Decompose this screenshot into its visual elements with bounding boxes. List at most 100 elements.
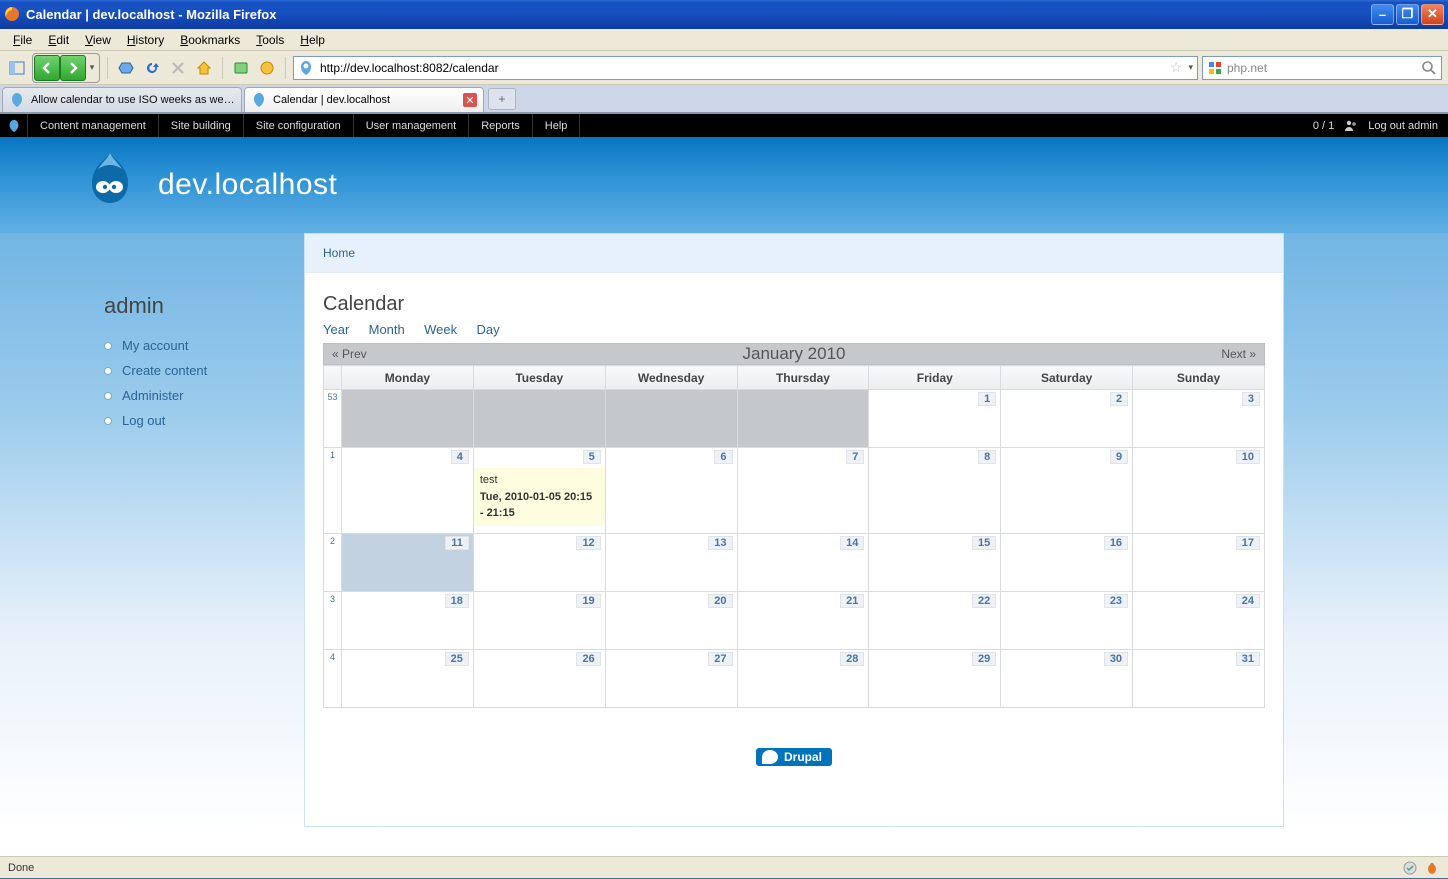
close-button[interactable]: ✕: [1421, 4, 1444, 25]
url-input[interactable]: [320, 61, 1164, 75]
sidebar-link-create[interactable]: Create content: [122, 363, 207, 378]
view-tab-day[interactable]: Day: [476, 322, 499, 337]
breadcrumb-home[interactable]: Home: [323, 246, 355, 260]
day-number[interactable]: 18: [445, 594, 469, 608]
menu-file[interactable]: File: [6, 31, 39, 49]
day-number[interactable]: 12: [576, 536, 600, 550]
calendar-day-cell[interactable]: 17: [1133, 534, 1265, 592]
day-number[interactable]: 14: [840, 536, 864, 550]
day-number[interactable]: 5: [583, 450, 601, 464]
calendar-day-cell[interactable]: 31: [1133, 650, 1265, 708]
day-number[interactable]: 16: [1104, 536, 1128, 550]
day-number[interactable]: 20: [708, 594, 732, 608]
day-number[interactable]: 26: [576, 652, 600, 666]
new-tab-button[interactable]: +: [488, 88, 516, 110]
calendar-day-cell[interactable]: 9: [1001, 448, 1133, 534]
tab-close-button[interactable]: ✕: [463, 93, 477, 107]
calendar-prev-link[interactable]: « Prev: [324, 347, 384, 361]
status-firebug-icon[interactable]: [1424, 860, 1440, 876]
addon-icon-2[interactable]: [256, 57, 278, 79]
site-name[interactable]: dev.localhost: [158, 168, 337, 202]
calendar-day-cell[interactable]: 14: [737, 534, 869, 592]
admin-logout-link[interactable]: Log out admin: [1368, 120, 1438, 132]
calendar-day-cell[interactable]: 3: [1133, 390, 1265, 448]
admin-menu-sitebuilding[interactable]: Site building: [159, 114, 244, 137]
home-button[interactable]: [193, 57, 215, 79]
search-input[interactable]: [1227, 61, 1417, 75]
admin-menu-help[interactable]: Help: [533, 114, 581, 137]
url-dropdown-icon[interactable]: ▾: [1188, 62, 1193, 73]
drupal-footer-badge[interactable]: Drupal: [323, 748, 1265, 766]
search-go-icon[interactable]: [1421, 60, 1437, 76]
page-scroll-area[interactable]: admin My account Create content Administ…: [0, 233, 1448, 856]
calendar-day-cell[interactable]: 13: [605, 534, 737, 592]
calendar-day-cell[interactable]: 28: [737, 650, 869, 708]
forward-button[interactable]: [60, 55, 86, 81]
admin-menu-siteconfig[interactable]: Site configuration: [244, 114, 354, 137]
week-number[interactable]: 4: [324, 650, 342, 708]
tab-0[interactable]: Allow calendar to use ISO weeks as wel..…: [2, 87, 242, 112]
sidebar-toggle-icon[interactable]: [6, 57, 28, 79]
search-engine-icon[interactable]: [1207, 60, 1223, 76]
menu-edit[interactable]: Edit: [41, 31, 76, 49]
tab-1[interactable]: Calendar | dev.localhost ✕: [244, 87, 484, 112]
calendar-day-cell[interactable]: 15: [869, 534, 1001, 592]
calendar-day-cell[interactable]: 6: [605, 448, 737, 534]
day-number[interactable]: 7: [846, 450, 864, 464]
minimize-button[interactable]: –: [1371, 4, 1394, 25]
day-number[interactable]: 31: [1236, 652, 1260, 666]
day-number[interactable]: 24: [1236, 594, 1260, 608]
calendar-day-cell[interactable]: [342, 390, 474, 448]
admin-menu-usermgmt[interactable]: User management: [354, 114, 470, 137]
day-number[interactable]: 21: [840, 594, 864, 608]
week-number[interactable]: 1: [324, 448, 342, 534]
calendar-day-cell[interactable]: 7: [737, 448, 869, 534]
sidebar-link-account[interactable]: My account: [122, 338, 188, 353]
addon-icon-1[interactable]: [230, 57, 252, 79]
admin-user-counter[interactable]: 0 / 1: [1313, 120, 1334, 132]
day-number[interactable]: 3: [1242, 392, 1260, 406]
day-number[interactable]: 2: [1110, 392, 1128, 406]
day-number[interactable]: 4: [451, 450, 469, 464]
calendar-day-cell[interactable]: 25: [342, 650, 474, 708]
url-bar[interactable]: ☆ ▾: [293, 56, 1198, 80]
day-number[interactable]: 23: [1104, 594, 1128, 608]
day-number[interactable]: 6: [714, 450, 732, 464]
calendar-day-cell[interactable]: [473, 390, 605, 448]
drupal-home-icon[interactable]: [0, 114, 28, 137]
view-tab-year[interactable]: Year: [323, 322, 349, 337]
day-number[interactable]: 29: [972, 652, 996, 666]
calendar-day-cell[interactable]: 11: [342, 534, 474, 592]
day-number[interactable]: 15: [972, 536, 996, 550]
calendar-day-cell[interactable]: 27: [605, 650, 737, 708]
drupal-logo-icon[interactable]: [80, 149, 140, 221]
day-number[interactable]: 9: [1110, 450, 1128, 464]
day-number[interactable]: 30: [1104, 652, 1128, 666]
calendar-day-cell[interactable]: 12: [473, 534, 605, 592]
status-addon-icon[interactable]: [1402, 860, 1418, 876]
day-number[interactable]: 25: [445, 652, 469, 666]
calendar-day-cell[interactable]: 30: [1001, 650, 1133, 708]
calendar-day-cell[interactable]: 19: [473, 592, 605, 650]
calendar-day-cell[interactable]: 21: [737, 592, 869, 650]
maximize-button[interactable]: ❐: [1396, 4, 1419, 25]
stop-button[interactable]: [167, 57, 189, 79]
day-number[interactable]: 27: [708, 652, 732, 666]
admin-menu-content[interactable]: Content management: [28, 114, 159, 137]
calendar-day-cell[interactable]: 26: [473, 650, 605, 708]
menu-tools[interactable]: Tools: [249, 31, 291, 49]
day-number[interactable]: 13: [708, 536, 732, 550]
recent-pages-icon[interactable]: [115, 57, 137, 79]
week-number[interactable]: 3: [324, 592, 342, 650]
calendar-day-cell[interactable]: 20: [605, 592, 737, 650]
bookmark-star-icon[interactable]: ☆: [1170, 59, 1183, 76]
day-number[interactable]: 17: [1236, 536, 1260, 550]
calendar-day-cell[interactable]: 22: [869, 592, 1001, 650]
day-number[interactable]: 10: [1236, 450, 1260, 464]
reload-button[interactable]: [141, 57, 163, 79]
day-number[interactable]: 22: [972, 594, 996, 608]
menu-view[interactable]: View: [78, 31, 118, 49]
menu-bookmarks[interactable]: Bookmarks: [173, 31, 247, 49]
week-number[interactable]: 53: [324, 390, 342, 448]
day-number[interactable]: 1: [978, 392, 996, 406]
